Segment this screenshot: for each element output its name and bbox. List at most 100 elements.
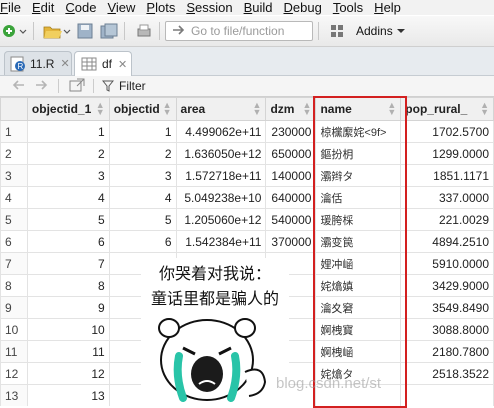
- menu-accelerator: B: [243, 0, 253, 15]
- cell-objectid: 3: [108, 164, 177, 187]
- cell-pop-rural-: 2518.3522: [400, 362, 494, 385]
- menu-session[interactable]: Session: [181, 0, 238, 15]
- print-icon: [137, 24, 151, 37]
- sort-icon[interactable]: ▲ ▼: [480, 101, 489, 117]
- print-button[interactable]: [134, 21, 154, 41]
- filter-icon: [102, 80, 114, 92]
- table-row: 2 2 2 1.636050e+12 650000 鏂扮枂 1299.0000: [0, 142, 494, 165]
- cell-area: 1.636050e+12: [175, 142, 267, 165]
- column-header-label: dzm: [270, 102, 295, 116]
- cell-objectid: 6: [108, 230, 177, 253]
- row-index-cell: 11: [0, 340, 28, 363]
- column-header-pop-rural-[interactable]: pop_rural_ ▲ ▼: [400, 97, 494, 121]
- cell-area: 1.572718e+11: [175, 164, 267, 187]
- column-header-objectid[interactable]: objectid ▲ ▼: [108, 97, 177, 121]
- new-file-button[interactable]: [2, 21, 28, 41]
- back-arrow-icon[interactable]: [12, 79, 26, 94]
- menu-build[interactable]: Build: [239, 0, 279, 15]
- open-folder-icon: [43, 26, 71, 39]
- tab-11-r[interactable]: R 11.R ✕: [4, 51, 72, 75]
- column-header-label: pop_rural_: [405, 102, 468, 116]
- cell-name: 姹熻嫃: [315, 274, 402, 297]
- open-file-button[interactable]: [43, 21, 71, 41]
- column-header-dzm[interactable]: dzm ▲ ▼: [265, 97, 317, 121]
- menu-label-rest: ools: [339, 0, 364, 15]
- menu-view[interactable]: View: [102, 0, 141, 15]
- cell-pop-rural-: 3549.8490: [400, 296, 494, 319]
- cell-name: 瀹夊窘: [315, 296, 402, 319]
- cell-name: 瑗胯棌: [315, 208, 402, 231]
- cell-name: 灞变笢: [315, 230, 402, 253]
- cell-pop-rural-: 1851.1171: [400, 164, 494, 187]
- cell-name: [315, 384, 402, 406]
- menu-help[interactable]: Help: [369, 0, 407, 15]
- column-header-area[interactable]: area ▲ ▼: [175, 97, 267, 121]
- close-tab-icon[interactable]: ✕: [60, 57, 69, 70]
- sort-icon[interactable]: ▲ ▼: [303, 101, 312, 117]
- menu-file[interactable]: File: [0, 0, 27, 15]
- cell-dzm: 230000: [265, 120, 317, 143]
- cell-objectid-1: 5: [26, 208, 110, 231]
- cell-objectid: 5: [108, 208, 177, 231]
- menu-tools[interactable]: Tools: [328, 0, 369, 15]
- cell-objectid-1: 6: [26, 230, 110, 253]
- tab-df[interactable]: df ✕: [74, 51, 132, 76]
- addins-button[interactable]: Addins: [350, 21, 406, 41]
- menu-accelerator: C: [65, 0, 75, 15]
- toolbar-separator: [58, 79, 59, 93]
- sort-icon[interactable]: ▲ ▼: [387, 101, 396, 117]
- cell-name: 鏂扮枂: [315, 142, 402, 165]
- menu-accelerator: F: [0, 0, 8, 15]
- toolbar-separator: [159, 22, 160, 40]
- menu-edit[interactable]: Edit: [27, 0, 60, 15]
- sort-icon[interactable]: ▲ ▼: [96, 101, 105, 117]
- popout-icon[interactable]: [69, 78, 85, 95]
- cell-pop-rural-: 1299.0000: [400, 142, 494, 165]
- tab-label: 11.R: [30, 56, 55, 71]
- save-button[interactable]: [75, 21, 95, 41]
- menu-label-rest: ession: [195, 0, 233, 15]
- sort-icon[interactable]: ▲ ▼: [253, 101, 262, 117]
- menu-plots[interactable]: Plots: [141, 0, 181, 15]
- cell-objectid-1: 3: [26, 164, 110, 187]
- addins-label: Addins: [356, 24, 393, 38]
- row-index-cell: 8: [0, 274, 28, 297]
- svg-text:R: R: [18, 62, 24, 71]
- editor-tab-strip: R 11.R ✕ df ✕: [0, 47, 494, 76]
- menu-label-rest: dit: [40, 0, 55, 15]
- layout-grid-button[interactable]: [328, 21, 346, 41]
- menu-accelerator: S: [186, 0, 195, 15]
- cell-name: 娌冲崡: [315, 252, 402, 275]
- menu-debug[interactable]: Debug: [279, 0, 328, 15]
- column-header-name[interactable]: name ▲ ▼: [315, 97, 402, 121]
- table-row: 6 6 6 1.542384e+11 370000 灞变笢 4894.2510: [0, 230, 494, 253]
- column-header-objectid-1[interactable]: objectid_1 ▲ ▼: [26, 97, 110, 121]
- menu-accelerator: P: [146, 0, 156, 15]
- cell-objectid-1: 13: [26, 384, 110, 406]
- menu-label-rest: elp: [383, 0, 401, 15]
- cell-dzm: 540000: [265, 208, 317, 231]
- row-index-cell: 10: [0, 318, 28, 341]
- cell-pop-rural-: 221.0029: [400, 208, 494, 231]
- row-index-cell: 13: [0, 384, 28, 406]
- filter-button[interactable]: Filter: [102, 79, 146, 93]
- row-index-header[interactable]: [0, 97, 28, 121]
- cell-name: 椋欓緳姹<9f>: [315, 120, 402, 143]
- row-index-cell: 2: [0, 142, 28, 165]
- goto-arrow-icon: [172, 24, 186, 39]
- menu-accelerator: H: [374, 0, 384, 15]
- new-file-icon: [3, 25, 27, 37]
- close-tab-icon[interactable]: ✕: [118, 58, 127, 71]
- cell-area: 4.499062e+11: [175, 120, 267, 143]
- cell-name: 姹熻タ: [315, 362, 402, 385]
- save-all-button[interactable]: [99, 21, 119, 41]
- forward-arrow-icon[interactable]: [34, 79, 48, 94]
- cell-pop-rural-: 4894.2510: [400, 230, 494, 253]
- cell-objectid: 4: [108, 186, 177, 209]
- goto-file-function-input[interactable]: Go to file/function: [165, 21, 313, 41]
- row-index-cell: 6: [0, 230, 28, 253]
- menu-code[interactable]: Code: [60, 0, 102, 15]
- table-row: 4 4 4 5.049238e+10 640000 瀹佸 337.0000: [0, 186, 494, 209]
- save-icon: [77, 23, 93, 39]
- sort-icon[interactable]: ▲ ▼: [163, 101, 172, 117]
